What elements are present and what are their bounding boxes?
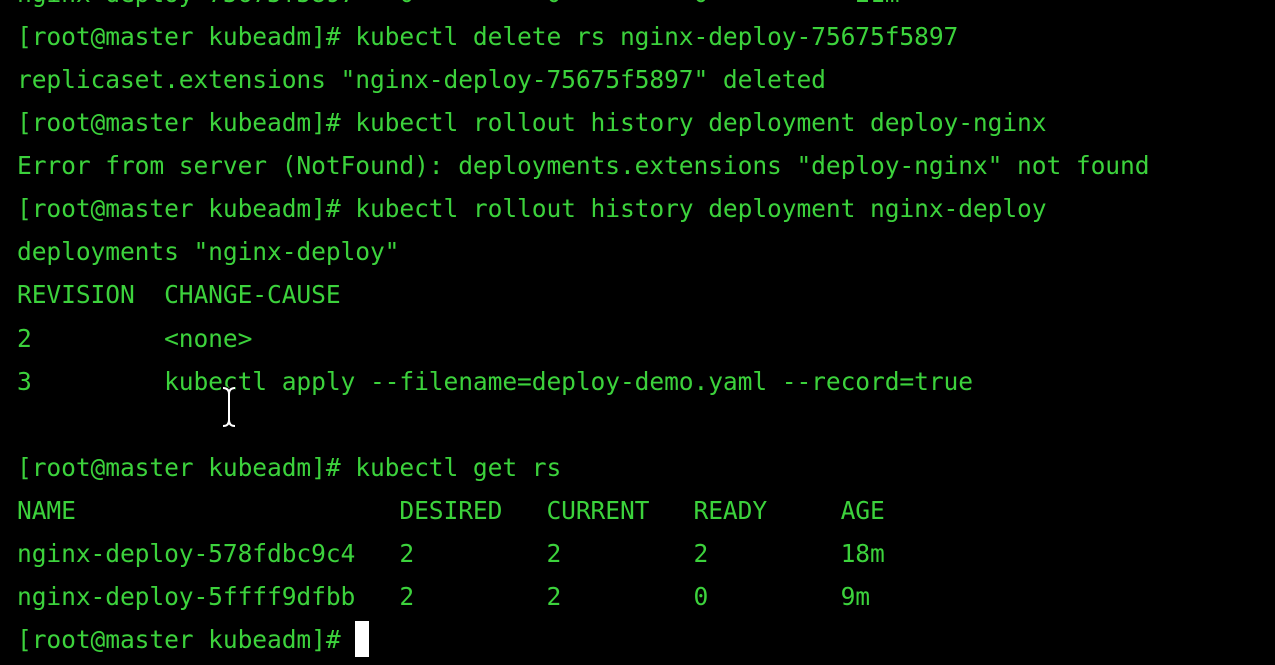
terminal-line-error: Error from server (NotFound): deployment… — [17, 151, 1150, 181]
terminal-output[interactable]: nginx-deploy-75675f5897 0 0 0 21m [root@… — [17, 0, 1275, 661]
rs-table-row: nginx-deploy-5ffff9dfbb 2 2 0 9m — [17, 581, 870, 611]
terminal-line-command: [root@master kubeadm]# kubectl get rs — [17, 452, 562, 482]
terminal-line-command: [root@master kubeadm]# kubectl rollout h… — [17, 108, 1047, 138]
terminal-prompt-line[interactable]: [root@master kubeadm]# — [17, 618, 1275, 661]
rollout-history-header: REVISION CHANGE-CAUSE — [17, 280, 341, 310]
terminal-line-output: deployments "nginx-deploy" — [17, 237, 400, 267]
rs-table-row: nginx-deploy-578fdbc9c4 2 2 2 18m — [17, 538, 885, 568]
terminal-line-clipped: nginx-deploy-75675f5897 0 0 0 21m — [17, 0, 1275, 15]
rs-table-header: NAME DESIRED CURRENT READY AGE — [17, 495, 885, 525]
text-ibeam-icon — [222, 386, 236, 428]
terminal-line-output: replicaset.extensions "nginx-deploy-7567… — [17, 65, 826, 95]
rollout-history-row: 3 kubectl apply --filename=deploy-demo.y… — [17, 366, 973, 396]
text-cursor — [355, 620, 370, 657]
terminal-line-command: [root@master kubeadm]# kubectl delete rs… — [17, 22, 959, 52]
terminal-line-command: [root@master kubeadm]# kubectl rollout h… — [17, 194, 1047, 224]
rollout-history-row: 2 <none> — [17, 323, 253, 353]
prompt: [root@master kubeadm]# — [17, 624, 356, 654]
